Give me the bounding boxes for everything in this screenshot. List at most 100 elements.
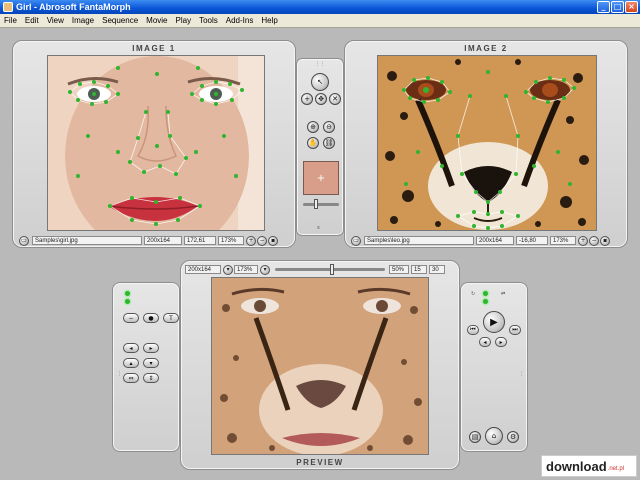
play-button[interactable]: ▶ (483, 311, 505, 333)
app-icon (3, 2, 13, 12)
export-button[interactable]: ▤ (469, 431, 481, 443)
preview-frame[interactable]: 15 (411, 265, 427, 274)
move-icon: ✥ (318, 95, 324, 103)
size-slider[interactable] (303, 203, 339, 206)
bounce-icon: ⇄ (501, 291, 506, 297)
menu-tools[interactable]: Tools (195, 16, 222, 25)
image1-zoom-in-button[interactable]: + (246, 235, 256, 246)
prev-frame-button[interactable]: ◂ (479, 337, 491, 347)
link-icon: ⛓ (324, 139, 334, 147)
preview-zoom[interactable]: 173% (234, 265, 258, 274)
preview-frames-total[interactable]: 30 (429, 265, 445, 274)
play-led-1 (483, 291, 488, 296)
add-point-button[interactable]: + (301, 93, 313, 105)
preview-canvas (211, 277, 429, 455)
image1-zoom-out-button[interactable]: − (257, 235, 267, 246)
menu-help[interactable]: Help (257, 16, 281, 25)
menu-bar: File Edit View Image Sequence Movie Play… (0, 14, 640, 28)
create-movie-button[interactable]: ⌂ (485, 427, 503, 445)
settings-button[interactable]: ⚙ (507, 431, 519, 443)
forward-icon: ▸ (149, 344, 153, 352)
morph-preview-image (212, 278, 428, 454)
zoom-out-tool-button[interactable]: ⊖ (323, 121, 335, 133)
last-frame-button[interactable]: ⏭ (509, 325, 521, 335)
preview-size-dropdown[interactable]: ▾ (223, 264, 233, 275)
fit-icon: ▪ (270, 237, 276, 244)
watermark-suffix: .net.pl (607, 466, 625, 472)
preview-panel: 200x164 ▾ 173% ▾ 50% 15 30 PREVIEW (180, 260, 460, 470)
image2-canvas[interactable] (377, 55, 597, 231)
plus-icon: + (304, 95, 310, 103)
preview-zoom-dropdown[interactable]: ▾ (260, 264, 270, 275)
move-tool-button[interactable]: ✥ (315, 93, 327, 105)
menu-view[interactable]: View (43, 16, 68, 25)
image2-open-button[interactable]: ▭ (351, 235, 361, 246)
timeline-slider-thumb[interactable] (330, 264, 334, 275)
morph-button-7[interactable]: ▾ (143, 358, 159, 368)
morph-button-5[interactable]: ▸ (143, 343, 159, 353)
image1-fit-button[interactable]: ▪ (268, 235, 278, 246)
image2-zoom-out-button[interactable]: − (589, 235, 599, 246)
image1-coord: 172,61 (184, 236, 216, 245)
size-slider-thumb[interactable] (314, 199, 318, 209)
folder-icon: ▭ (353, 237, 359, 244)
menu-file[interactable]: File (0, 16, 21, 25)
image2-zoom[interactable]: 173% (550, 236, 576, 245)
menu-play[interactable]: Play (172, 16, 196, 25)
delete-point-button[interactable]: ✕ (329, 93, 341, 105)
delete-icon: ✕ (332, 95, 338, 103)
morph-button-3[interactable]: T (163, 313, 179, 323)
link-tool-button[interactable]: ⛓ (323, 137, 335, 149)
folder-icon: ▭ (21, 237, 27, 244)
next-frame-button[interactable]: ▸ (495, 337, 507, 347)
menu-add-ins[interactable]: Add-Ins (222, 16, 258, 25)
cheetah-face-image (378, 56, 596, 230)
image2-fit-button[interactable]: ▪ (600, 235, 610, 246)
image1-open-button[interactable]: ▭ (19, 235, 29, 246)
window-title: Girl - Abrosoft FantaMorph (16, 2, 131, 12)
select-tool-button[interactable]: ↖ (311, 73, 329, 91)
preview-percent: 50% (389, 265, 409, 274)
menu-sequence[interactable]: Sequence (98, 16, 142, 25)
menu-image[interactable]: Image (68, 16, 98, 25)
image2-title: IMAGE 2 (464, 44, 508, 53)
timeline-slider[interactable] (275, 264, 385, 275)
grip-icon-bottom: ≡ (317, 225, 320, 231)
morph-button-8[interactable]: ⇔ (123, 373, 139, 383)
morph-button-6[interactable]: ▴ (123, 358, 139, 368)
first-frame-button[interactable]: ⏮ (467, 325, 479, 335)
grip-icon: ⋮⋮ (315, 61, 325, 67)
image1-zoom[interactable]: 173% (218, 236, 244, 245)
watermark-text: download (546, 458, 607, 474)
play-led-2 (483, 299, 488, 304)
morph-controls-panel: − ● T ◂ ▸ ▴ ▾ ⇔ ⇕ ⋮ (112, 282, 180, 452)
loop-icon: ↻ (471, 291, 476, 297)
hand-tool-button[interactable]: ✋ (307, 137, 319, 149)
morph-button-9[interactable]: ⇕ (143, 373, 159, 383)
minimize-button[interactable]: _ (597, 1, 610, 13)
menu-movie[interactable]: Movie (142, 16, 171, 25)
preview-title: PREVIEW (296, 458, 344, 467)
point-color-preview[interactable]: + (303, 161, 339, 195)
zoom-out-icon: − (591, 237, 597, 244)
title-bar: Girl - Abrosoft FantaMorph _ □ × (0, 0, 640, 14)
image2-size: 200x164 (476, 236, 514, 245)
image1-status-bar: ▭ Samples\girl.jpg 200x164 172,61 173% +… (19, 235, 291, 246)
morph-button-1[interactable]: − (123, 313, 139, 323)
movie-icon: ⌂ (491, 432, 497, 440)
status-led-2 (125, 299, 130, 304)
playback-panel: ↻ ⇄ ⏮ ▶ ⏭ ◂ ▸ ⋮ ▤ ⌂ ⚙ (460, 282, 528, 452)
morph-button-2[interactable]: ● (143, 313, 159, 323)
close-button[interactable]: × (625, 1, 638, 13)
magnify-plus-icon: ⊕ (310, 123, 316, 131)
image1-canvas[interactable] (47, 55, 265, 231)
image1-title: IMAGE 1 (132, 44, 176, 53)
grip-icon-left: ⋮ (117, 371, 122, 377)
film-icon: ▤ (471, 433, 479, 441)
zoom-in-tool-button[interactable]: ⊕ (307, 121, 319, 133)
menu-edit[interactable]: Edit (21, 16, 43, 25)
maximize-button[interactable]: □ (611, 1, 624, 13)
preview-toolbar: 200x164 ▾ 173% ▾ 50% 15 30 (185, 264, 457, 275)
image2-zoom-in-button[interactable]: + (578, 235, 588, 246)
morph-button-4[interactable]: ◂ (123, 343, 139, 353)
